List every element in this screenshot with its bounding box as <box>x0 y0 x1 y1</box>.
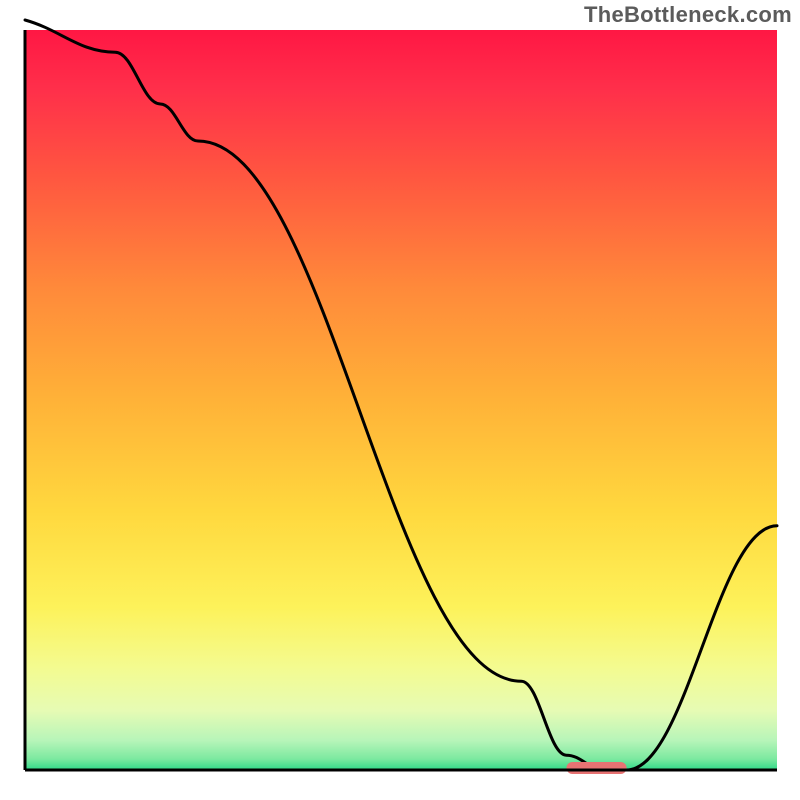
bottleneck-chart <box>0 0 800 800</box>
plot-background <box>25 30 777 770</box>
chart-container: TheBottleneck.com <box>0 0 800 800</box>
attribution-text: TheBottleneck.com <box>584 2 792 28</box>
optimal-marker <box>566 762 626 774</box>
